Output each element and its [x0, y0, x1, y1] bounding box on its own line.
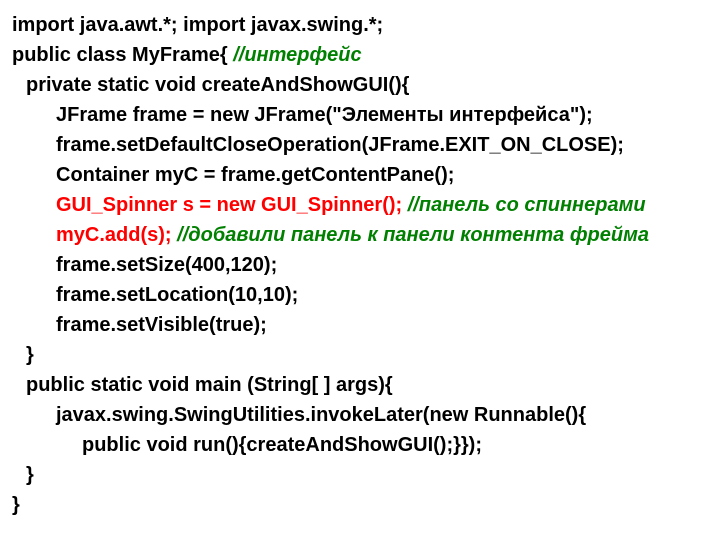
code-segment: import java.awt.*; import javax.swing.*; — [12, 14, 383, 36]
code-line-15: } — [12, 460, 708, 490]
code-segment: GUI_Spinner s = new GUI_Spinner(); — [56, 194, 402, 216]
code-segment: frame.setSize(400,120); — [56, 254, 277, 276]
code-line-14: public void run(){createAndShowGUI();}})… — [12, 430, 708, 460]
code-segment: frame.setLocation(10,10); — [56, 284, 298, 306]
code-line-3: JFrame frame = new JFrame("Элементы инте… — [12, 100, 708, 130]
code-segment: Container myC = frame.getContentPane(); — [56, 164, 454, 186]
code-line-5: Container myC = frame.getContentPane(); — [12, 160, 708, 190]
code-line-6: GUI_Spinner s = new GUI_Spinner(); //пан… — [12, 190, 708, 220]
code-segment: } — [26, 464, 34, 486]
code-line-1: public class MyFrame{ //интерфейс — [12, 40, 708, 70]
code-line-16: } — [12, 490, 708, 520]
code-line-0: import java.awt.*; import javax.swing.*; — [12, 10, 708, 40]
code-segment: //панель со спиннерами — [408, 194, 646, 216]
code-line-8: frame.setSize(400,120); — [12, 250, 708, 280]
code-segment: JFrame frame = new JFrame("Элементы инте… — [56, 104, 593, 126]
code-line-2: private static void createAndShowGUI(){ — [12, 70, 708, 100]
code-segment: myC.add(s); — [56, 224, 172, 246]
code-line-9: frame.setLocation(10,10); — [12, 280, 708, 310]
code-segment: public static void main (String[ ] args)… — [26, 374, 393, 396]
code-segment: } — [26, 344, 34, 366]
code-block: import java.awt.*; import javax.swing.*;… — [12, 10, 708, 520]
code-segment: //интерфейс — [233, 44, 361, 66]
code-line-11: } — [12, 340, 708, 370]
code-line-13: javax.swing.SwingUtilities.invokeLater(n… — [12, 400, 708, 430]
code-segment: //добавили панель к панели контента фрей… — [177, 224, 649, 246]
code-line-12: public static void main (String[ ] args)… — [12, 370, 708, 400]
code-segment: } — [12, 494, 20, 516]
code-segment: javax.swing.SwingUtilities.invokeLater(n… — [56, 404, 586, 426]
code-line-7: myC.add(s); //добавили панель к панели к… — [12, 220, 708, 250]
code-segment: public class MyFrame{ — [12, 44, 233, 66]
code-segment: frame.setVisible(true); — [56, 314, 267, 336]
code-segment: public void run(){createAndShowGUI();}})… — [82, 434, 482, 456]
code-segment: private static void createAndShowGUI(){ — [26, 74, 409, 96]
code-segment: frame.setDefaultCloseOperation(JFrame.EX… — [56, 134, 624, 156]
code-line-10: frame.setVisible(true); — [12, 310, 708, 340]
code-line-4: frame.setDefaultCloseOperation(JFrame.EX… — [12, 130, 708, 160]
